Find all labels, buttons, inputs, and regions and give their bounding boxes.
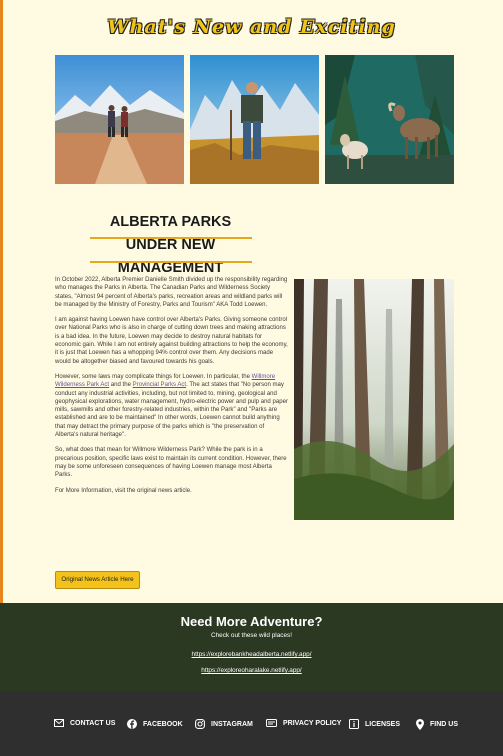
article-paragraph: I am against having Loewen have control … [55, 317, 288, 365]
footer-label: INSTAGRAM [211, 720, 253, 728]
bighorn-sheep-photo [325, 55, 454, 184]
original-article-button[interactable]: Original News Article Here [55, 571, 140, 589]
hiker-portrait-photo [190, 55, 319, 184]
footer-label: LICENSES [365, 720, 401, 728]
footer-find-us[interactable]: FIND US [416, 719, 458, 730]
article-title: ALBERTA PARKS UNDER NEW MANAGEMENT [109, 214, 232, 276]
article-text: . The act states that "No person may con… [55, 382, 288, 439]
footer-label: CONTACT US [70, 719, 116, 727]
article-paragraph: For More Information, visit the original… [55, 487, 192, 494]
provincial-parks-act-link[interactable]: Provincial Parks Act [133, 382, 186, 388]
forest-photo [294, 279, 454, 520]
footer-label: PRIVACY POLICY [283, 719, 342, 727]
article-body: In October 2022, Alberta Premier Daniell… [55, 276, 288, 502]
adventure-title: Need More Adventure? [180, 614, 323, 629]
footer-label: FACEBOOK [143, 720, 183, 728]
ohara-lake-link[interactable]: https://exploreoharalake.netlify.app/ [0, 667, 503, 674]
whats-new-section: What's New and Exciting ALBERTA PARKS UN… [0, 0, 503, 603]
hikers-photo [55, 55, 184, 184]
title-underline [90, 237, 252, 239]
footer-facebook[interactable]: FACEBOOK [127, 719, 183, 729]
article-paragraph: So, what does that mean for Willmore Wil… [55, 447, 287, 479]
article-text: However, some laws may complicate things… [55, 373, 252, 380]
site-footer: CONTACT US FACEBOOK INSTAGRAM PRIVACY PO… [0, 691, 503, 756]
map-pin-icon [416, 719, 424, 730]
article-paragraph: However, some laws may complicate things… [55, 373, 288, 439]
footer-instagram[interactable]: INSTAGRAM [195, 719, 253, 729]
section-headline: What's New and Exciting [107, 16, 396, 38]
mail-icon [54, 719, 64, 727]
title-underline [90, 261, 252, 263]
footer-privacy-policy[interactable]: PRIVACY POLICY [266, 719, 341, 727]
facebook-icon [127, 719, 137, 729]
article-paragraph: In October 2022, Alberta Premier Daniell… [55, 277, 288, 308]
privacy-card-icon [266, 719, 277, 727]
footer-contact-us[interactable]: CONTACT US [54, 719, 115, 727]
adventure-subtitle: Check out these wild places! [211, 632, 292, 639]
bankhead-link[interactable]: https://explorebankheadalberta.netlify.a… [0, 651, 503, 658]
instagram-icon [195, 719, 205, 729]
footer-label: FIND US [430, 721, 458, 728]
article-text: and the [109, 382, 133, 389]
info-icon [349, 719, 359, 729]
adventure-section: Need More Adventure? Check out these wil… [0, 603, 503, 691]
footer-licenses[interactable]: LICENSES [349, 719, 400, 729]
